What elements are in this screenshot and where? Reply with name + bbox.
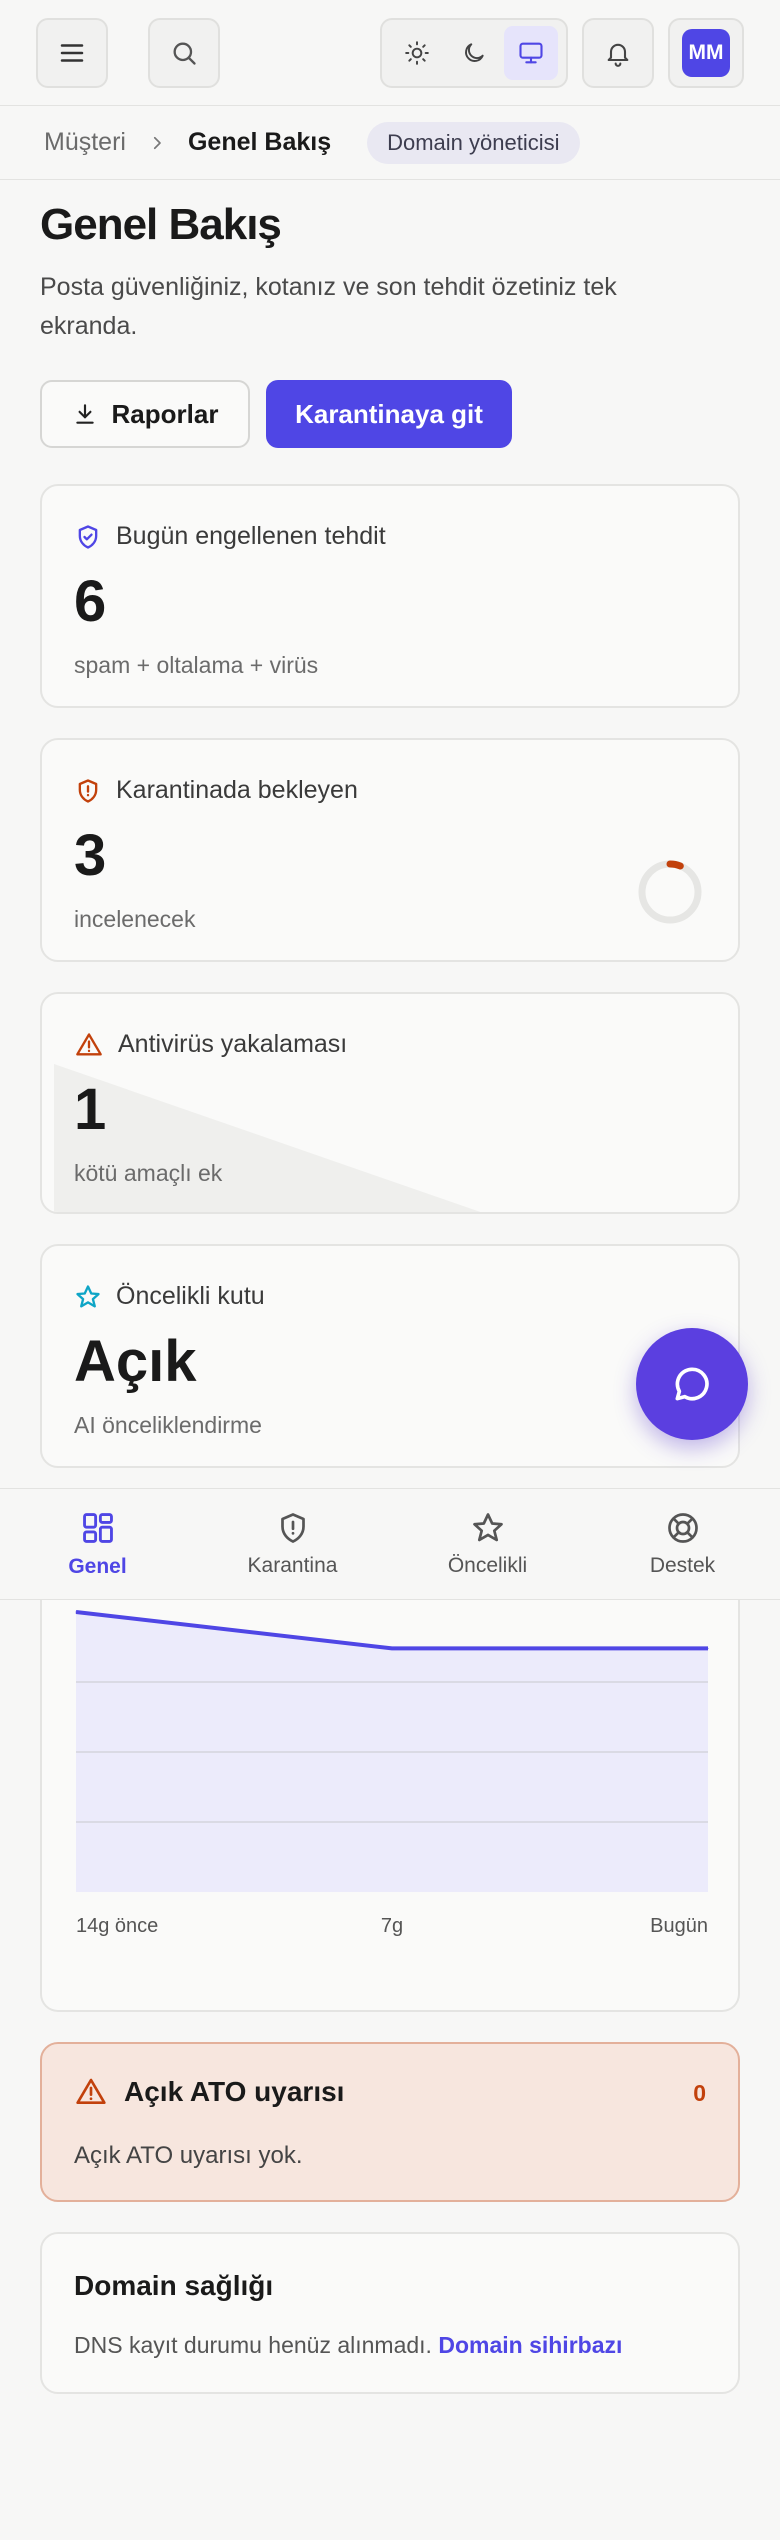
nav-label: Öncelikli	[447, 1554, 528, 1577]
stat-card-priority-inbox[interactable]: Öncelikli kutu Açık AI önceliklendirme	[40, 1244, 740, 1468]
search-icon	[173, 42, 196, 65]
stat-value: 6	[74, 569, 107, 634]
chart-data-point	[391, 1647, 393, 1649]
nav-item-genel[interactable]: Genel	[0, 1489, 195, 1599]
stat-value: 1	[74, 1077, 107, 1142]
search-button[interactable]	[148, 18, 220, 88]
hamburger-icon	[60, 44, 84, 62]
stat-description: incelenecek	[74, 906, 196, 932]
breadcrumb-parent-link[interactable]: Müşteri	[44, 128, 126, 157]
ato-count-badge: 0	[693, 2080, 706, 2106]
bottom-nav: Genel Karantina Öncelikli Destek	[0, 1488, 780, 1600]
stat-label: Öncelikli kutu	[116, 1282, 265, 1310]
shield-alert-icon	[78, 778, 98, 803]
moon-icon	[465, 43, 484, 62]
chart-x-tick-label: 14g önce	[76, 1915, 158, 1937]
shield-alert-icon	[280, 1513, 305, 1543]
stat-value: 3	[74, 823, 107, 888]
ato-title: Açık ATO uyarısı	[124, 2076, 345, 2107]
domain-health-card: Domain sağlığı DNS kayıt durumu henüz al…	[40, 2232, 740, 2394]
star-icon	[472, 1513, 503, 1542]
threat-trend-chart: 14g önce 7g Bugün	[75, 1610, 709, 1937]
monitor-icon	[519, 42, 543, 64]
stat-label: Bugün engellenen tehdit	[116, 522, 386, 550]
lifebuoy-icon	[667, 1513, 698, 1543]
chevron-right-icon	[148, 134, 166, 152]
chart-data-point	[75, 1611, 77, 1613]
download-icon	[75, 404, 94, 424]
nav-item-destek[interactable]: Destek	[585, 1489, 780, 1599]
warning-icon	[76, 1032, 102, 1055]
top-bar: MM	[0, 0, 780, 106]
breadcrumb: Müşteri Genel Bakış Domain yöneticisi	[0, 106, 780, 180]
reports-button-label: Raporlar	[111, 398, 219, 429]
chat-button[interactable]	[636, 1328, 748, 1440]
chart-data-point	[707, 1647, 709, 1649]
menu-button[interactable]	[36, 18, 108, 88]
nav-label: Karantina	[247, 1554, 338, 1577]
go-to-quarantine-button[interactable]: Karantinaya git	[266, 380, 512, 448]
domain-health-message-row: DNS kayıt durumu henüz alınmadı. Domain …	[74, 2332, 622, 2359]
page-title: Genel Bakış	[40, 200, 282, 249]
bell-icon	[607, 43, 629, 67]
stat-label: Antivirüs yakalaması	[118, 1030, 348, 1058]
progress-ring	[638, 860, 702, 924]
sun-icon	[404, 41, 429, 65]
chat-bubble-icon	[675, 1367, 709, 1401]
grid-icon	[82, 1513, 113, 1543]
chart-x-tick-label: Bugün	[650, 1915, 708, 1937]
theme-dark-button[interactable]	[447, 26, 501, 80]
user-menu-button[interactable]: MM	[668, 18, 744, 88]
stat-card-antivirus[interactable]: Antivirüs yakalaması 1 kötü amaçlı ek	[40, 992, 740, 1214]
star-icon	[76, 1284, 100, 1307]
stat-description: spam + oltalama + virüs	[74, 652, 319, 678]
role-badge: Domain yöneticisi	[367, 121, 580, 164]
chart-x-tick-label: 7g	[381, 1915, 403, 1937]
nav-label: Genel	[68, 1555, 127, 1578]
notifications-button[interactable]	[582, 18, 654, 88]
stat-value: Açık	[74, 1329, 197, 1394]
avatar: MM	[682, 29, 730, 77]
domain-health-title: Domain sağlığı	[74, 2270, 274, 2301]
stat-card-quarantine-pending[interactable]: Karantinada bekleyen 3 incelenecek	[40, 738, 740, 962]
theme-light-button[interactable]	[390, 26, 444, 80]
stat-label: Karantinada bekleyen	[116, 776, 358, 804]
theme-switcher	[380, 18, 568, 88]
breadcrumb-current: Genel Bakış	[187, 128, 332, 156]
warning-icon	[76, 2078, 106, 2104]
reports-button[interactable]: Raporlar	[40, 380, 250, 448]
ato-alert-card[interactable]: Açık ATO uyarısı 0 Açık ATO uyarısı yok.	[40, 2042, 740, 2202]
stat-description: AI önceliklendirme	[74, 1412, 262, 1438]
theme-system-button[interactable]	[504, 26, 559, 80]
shield-check-icon	[78, 524, 98, 549]
domain-health-message: DNS kayıt durumu henüz alınmadı.	[74, 2332, 432, 2358]
nav-item-oncelikli[interactable]: Öncelikli	[390, 1489, 585, 1599]
ato-message: Açık ATO uyarısı yok.	[74, 2142, 303, 2169]
stat-description: kötü amaçlı ek	[74, 1160, 223, 1186]
nav-item-karantina[interactable]: Karantina	[195, 1489, 390, 1599]
threat-trend-chart-card: 14g önce 7g Bugün	[40, 1560, 740, 2012]
domain-wizard-link[interactable]: Domain sihirbazı	[438, 2332, 622, 2358]
stat-card-blocked-threats[interactable]: Bugün engellenen tehdit 6 spam + oltalam…	[40, 484, 740, 708]
nav-label: Destek	[649, 1554, 716, 1577]
page-subtitle: Posta güvenliğiniz, kotanız ve son tehdi…	[40, 273, 617, 340]
